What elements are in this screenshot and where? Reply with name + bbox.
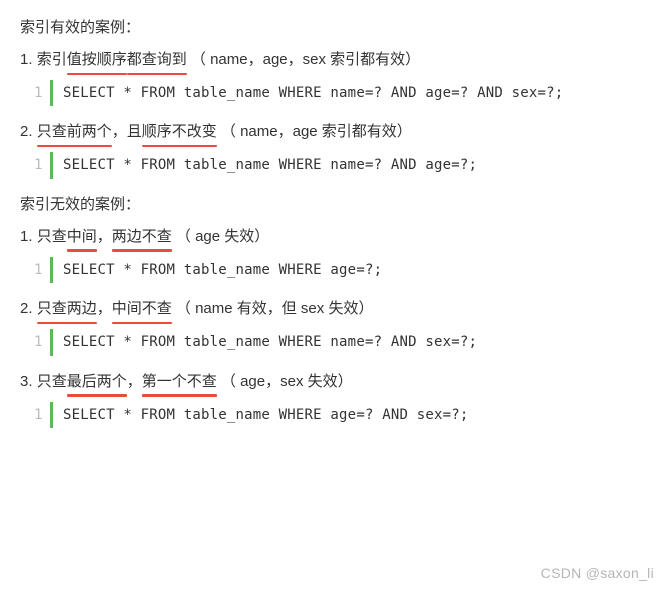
invalid-item-2: 2. 只查两边，中间不查 （ name 有效，但 sex 失效） bbox=[20, 297, 652, 321]
item-number: 1. bbox=[20, 228, 33, 245]
item-mid: ，且 bbox=[112, 123, 142, 140]
item-paren: （ name，age 索引都有效） bbox=[221, 123, 412, 140]
code-divider bbox=[50, 329, 53, 355]
invalid-item-3: 3. 只查最后两个，第一个不查 （ age，sex 失效） bbox=[20, 370, 652, 394]
valid-section-title: 索引有效的案例： bbox=[20, 16, 652, 40]
line-number: 1 bbox=[30, 152, 50, 178]
code-divider bbox=[50, 402, 53, 428]
line-number: 1 bbox=[30, 257, 50, 283]
item-number: 2. bbox=[20, 123, 33, 140]
item-underline-2: 中间不查 bbox=[112, 297, 172, 321]
item-underline-2: 都查询到 bbox=[127, 48, 187, 72]
code-text: SELECT * FROM table_name WHERE name=? AN… bbox=[63, 152, 477, 178]
item-paren: （ name 有效，但 sex 失效） bbox=[176, 300, 374, 317]
item-number: 2. bbox=[20, 300, 33, 317]
invalid-section-title: 索引无效的案例： bbox=[20, 193, 652, 217]
code-block: 1 SELECT * FROM table_name WHERE name=? … bbox=[30, 329, 652, 355]
code-text: SELECT * FROM table_name WHERE age=? AND… bbox=[63, 402, 469, 428]
item-underline-1: 中间 bbox=[67, 225, 97, 249]
watermark: CSDN @saxon_li bbox=[541, 562, 654, 584]
code-divider bbox=[50, 152, 53, 178]
code-text: SELECT * FROM table_name WHERE name=? AN… bbox=[63, 80, 563, 106]
item-underline-2: 顺序不改变 bbox=[142, 120, 217, 144]
code-block: 1 SELECT * FROM table_name WHERE name=? … bbox=[30, 152, 652, 178]
item-underline-2: 两边不查 bbox=[112, 225, 172, 249]
valid-item-2: 2. 只查前两个，且顺序不改变 （ name，age 索引都有效） bbox=[20, 120, 652, 144]
line-number: 1 bbox=[30, 329, 50, 355]
item-paren: （ age 失效） bbox=[176, 228, 269, 245]
line-number: 1 bbox=[30, 80, 50, 106]
valid-item-1: 1. 索引值按顺序都查询到 （ name，age，sex 索引都有效） bbox=[20, 48, 652, 72]
item-pre: 只查 bbox=[37, 228, 67, 245]
code-block: 1 SELECT * FROM table_name WHERE age=?; bbox=[30, 257, 652, 283]
item-pre: 索引 bbox=[37, 51, 67, 68]
item-number: 3. bbox=[20, 373, 33, 390]
item-underline-2: 第一个不查 bbox=[142, 370, 217, 394]
code-block: 1 SELECT * FROM table_name WHERE age=? A… bbox=[30, 402, 652, 428]
item-underline-1: 值按顺序 bbox=[67, 48, 127, 72]
item-mid: ， bbox=[127, 373, 142, 390]
code-divider bbox=[50, 80, 53, 106]
item-paren: （ name，age，sex 索引都有效） bbox=[191, 51, 420, 68]
code-text: SELECT * FROM table_name WHERE name=? AN… bbox=[63, 329, 477, 355]
item-underline-1: 最后两个 bbox=[67, 370, 127, 394]
code-text: SELECT * FROM table_name WHERE age=?; bbox=[63, 257, 382, 283]
invalid-item-1: 1. 只查中间，两边不查 （ age 失效） bbox=[20, 225, 652, 249]
item-underline-1: 只查前两个 bbox=[37, 120, 112, 144]
code-block: 1 SELECT * FROM table_name WHERE name=? … bbox=[30, 80, 652, 106]
item-pre: 只查 bbox=[37, 373, 67, 390]
item-underline-1: 只查两边 bbox=[37, 297, 97, 321]
item-paren: （ age，sex 失效） bbox=[221, 373, 353, 390]
code-divider bbox=[50, 257, 53, 283]
item-mid: ， bbox=[97, 300, 112, 317]
item-number: 1. bbox=[20, 51, 33, 68]
line-number: 1 bbox=[30, 402, 50, 428]
item-mid: ， bbox=[97, 228, 112, 245]
